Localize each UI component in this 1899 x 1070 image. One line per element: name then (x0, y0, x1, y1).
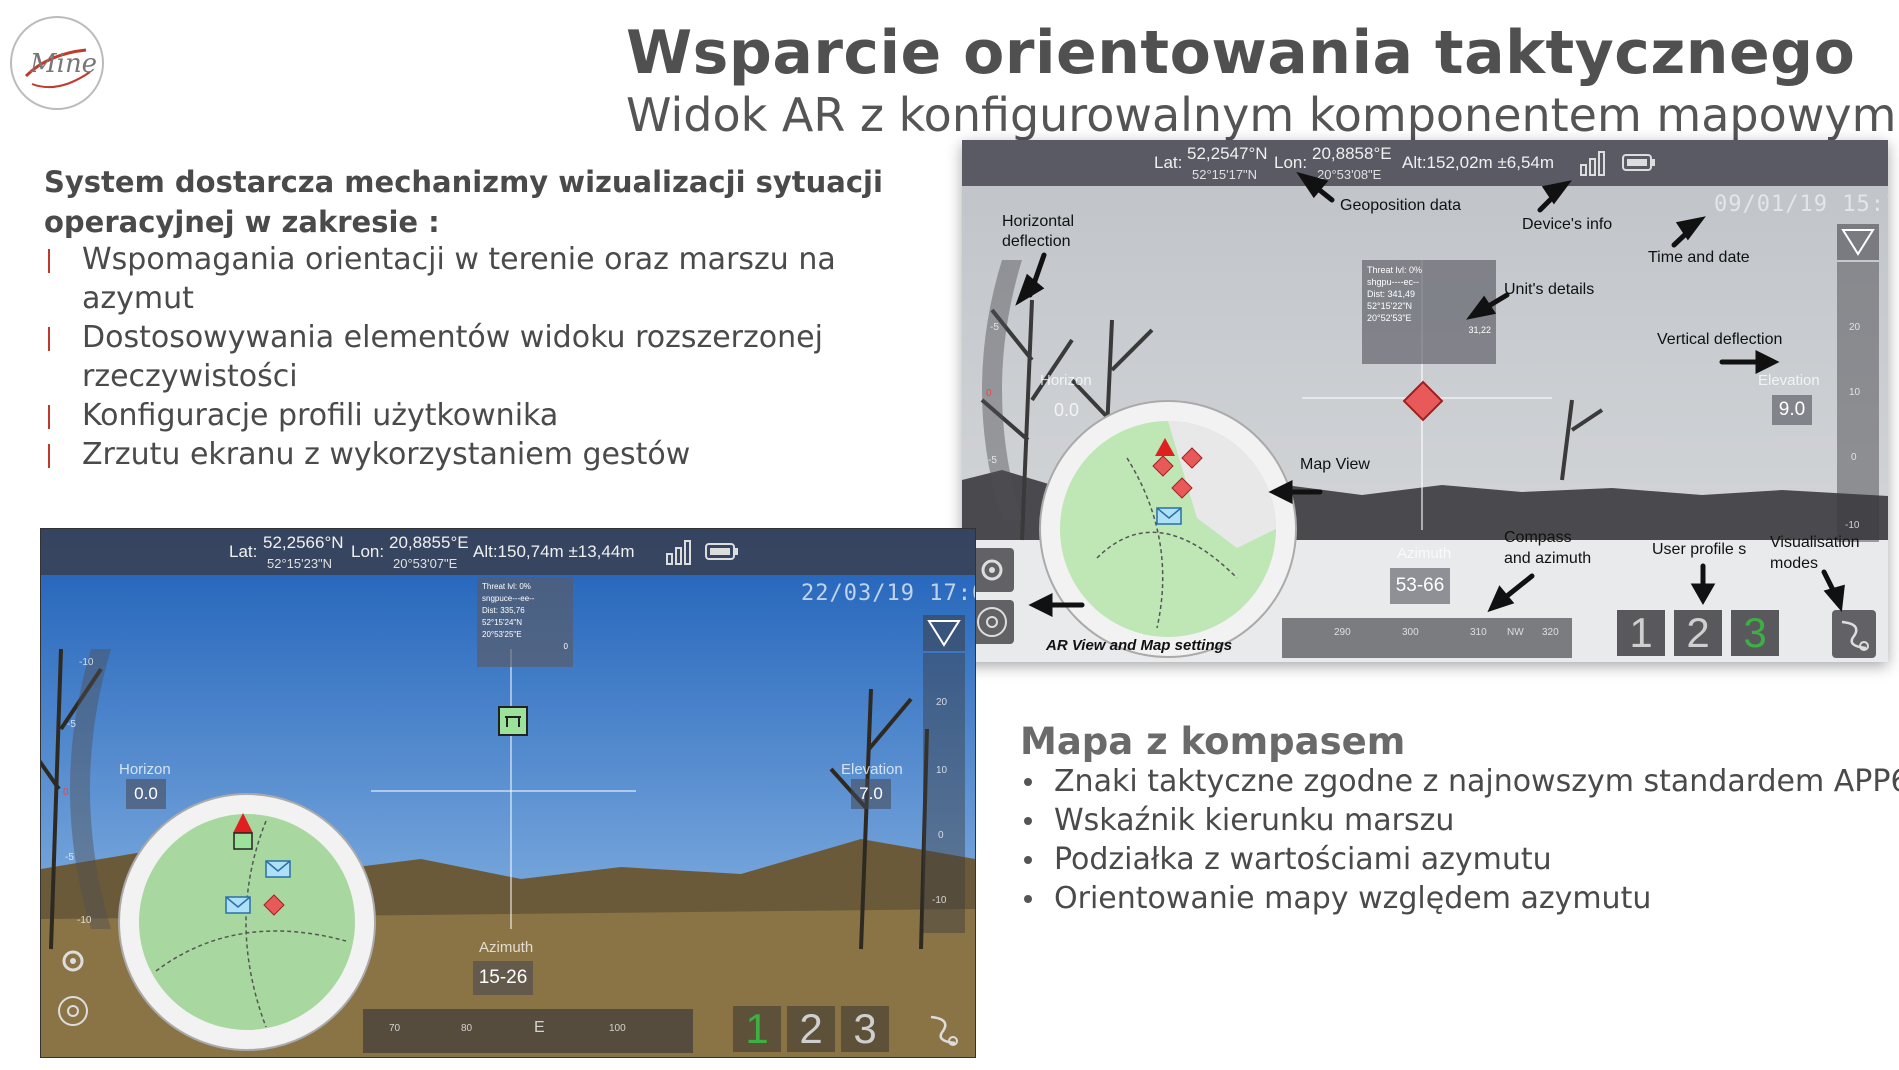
tooltip-line: Threat lvl: 0% (482, 582, 531, 591)
unit-details-tooltip[interactable]: Threat lvl: 0% sngpuce---ee-- Dist: 335,… (477, 577, 573, 667)
feature-item: Dostosowywania elementów widoku rozszerz… (44, 318, 934, 396)
altitude-value: Alt:150,74m ±13,44m (473, 542, 635, 561)
vert-tick: 0 (938, 830, 944, 841)
map-feature-item: Wskaźnik kierunku marszu (1020, 801, 1899, 840)
map-feature-item: Znaki taktyczne zgodne z najnowszym stan… (1020, 762, 1899, 801)
ar-screenshot-winter: Lat: 52,2547°N 52°15'17"N Lon: 20,8858°E… (962, 140, 1888, 662)
friendly-unit-marker-icon[interactable] (497, 705, 529, 737)
lat-label: Lat: (229, 542, 258, 561)
compass-minimap[interactable] (116, 791, 378, 1053)
horizon-label: Horizon (119, 761, 171, 778)
feature-list: Wspomagania orientacji w terenie oraz ma… (44, 240, 934, 474)
map-feature-item: Orientowanie mapy względem azymutu (1020, 879, 1899, 918)
azimuth-value: 15-26 (473, 961, 533, 995)
left-tick: -5 (67, 719, 76, 730)
tooltip-line: 52°15'24"N (482, 618, 523, 627)
left-tick: -5 (65, 852, 74, 863)
azimuth-label: Azimuth (479, 939, 534, 956)
left-tick: -10 (79, 657, 94, 668)
compass-tick: 100 (609, 1023, 626, 1034)
battery-icon (705, 543, 738, 560)
tooltip-line: 0 (563, 642, 568, 651)
longitude-value: 20,8855°E (389, 533, 469, 552)
visualisation-mode-icon[interactable] (921, 1005, 965, 1053)
profile-button-2[interactable]: 2 (787, 1006, 835, 1052)
latitude-dms: 52°15'23"N (267, 556, 333, 571)
status-bar: Lat: 52,2566°N 52°15'23"N Lon: 20,8855°E… (41, 529, 975, 575)
timestamp: 22/03/19 17:01:21 (801, 581, 975, 606)
profile-button-3[interactable]: 3 (841, 1006, 889, 1052)
compass-tick: 80 (461, 1023, 473, 1034)
annotation-arrows (1015, 171, 1845, 618)
tooltip-line: 20°53'25"E (482, 630, 522, 639)
feature-item: Konfiguracje profili użytkownika (44, 396, 934, 435)
ar-screenshot-spring: Lat: 52,2566°N 52°15'23"N Lon: 20,8855°E… (40, 528, 976, 1058)
page-title: Wsparcie orientowania taktycznego (626, 18, 1856, 88)
vertical-scale (923, 653, 965, 933)
intro-text: System dostarcza mechanizmy wizualizacji… (44, 165, 883, 239)
elevation-value: 7.0 (851, 779, 891, 809)
lon-label: Lon: (351, 542, 385, 561)
ar-settings-icon[interactable] (51, 939, 95, 983)
map-settings-icon[interactable] (51, 989, 95, 1033)
compass-scale (363, 1009, 693, 1053)
company-logo: Mine (8, 14, 106, 112)
longitude-dms: 20°53'07"E (393, 556, 458, 571)
map-feature-list: Znaki taktyczne zgodne z najnowszym stan… (1020, 762, 1899, 918)
vert-tick: -10 (932, 895, 947, 906)
left-tick: 0 (63, 787, 69, 798)
feature-item: Zrzutu ekranu z wykorzystaniem gestów (44, 435, 934, 474)
vert-tick: 10 (936, 765, 948, 776)
vert-tick: 20 (936, 697, 948, 708)
map-feature-item: Podziałka z wartościami azymutu (1020, 840, 1899, 879)
profile-button-1[interactable]: 1 (733, 1006, 781, 1052)
feature-item: Wspomagania orientacji w terenie oraz ma… (44, 240, 934, 318)
elevation-label: Elevation (841, 761, 903, 778)
collapse-triangle-icon[interactable] (923, 615, 965, 651)
signal-icon (666, 540, 691, 565)
latitude-value: 52,2566°N (263, 533, 344, 552)
horizontal-deflection-scale (70, 649, 111, 929)
tooltip-line: Dist: 335,76 (482, 606, 525, 615)
map-section-heading: Mapa z kompasem (1020, 720, 1406, 763)
page-subtitle: Widok AR z konfigurowalnym komponentem m… (626, 88, 1897, 142)
left-tick: -10 (77, 915, 92, 926)
tooltip-line: sngpuce---ee-- (482, 594, 535, 603)
compass-tick: E (534, 1019, 545, 1036)
svg-text:Mine: Mine (29, 49, 97, 79)
compass-tick: 70 (389, 1023, 401, 1034)
